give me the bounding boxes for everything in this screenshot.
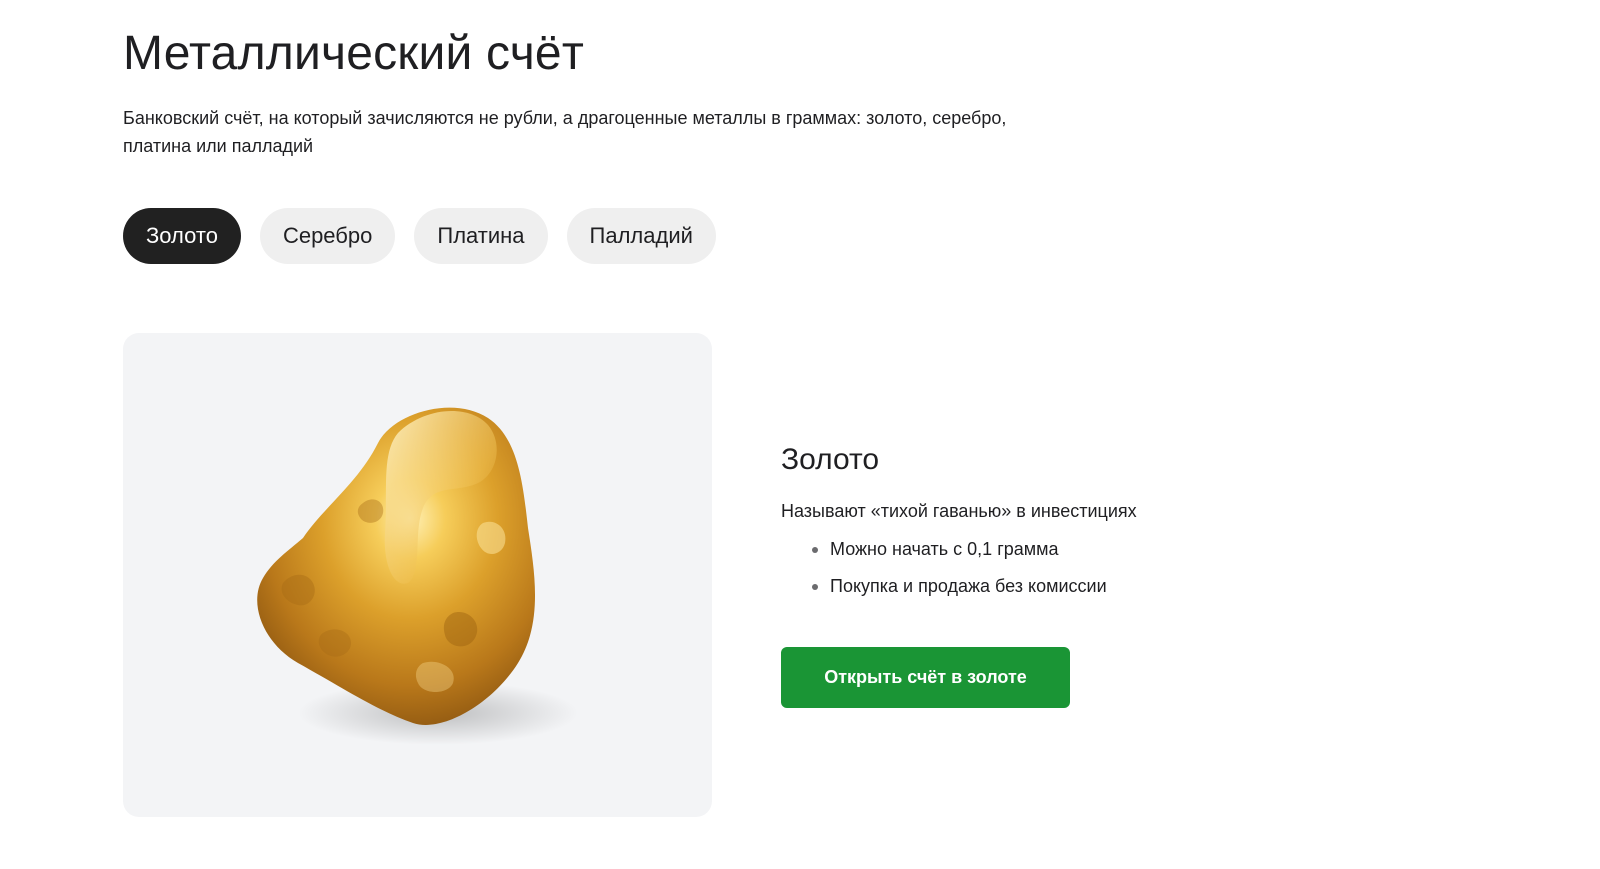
feature-item: Покупка и продажа без комиссии <box>812 573 1381 599</box>
tab-palladium[interactable]: Палладий <box>566 208 716 264</box>
tab-silver[interactable]: Серебро <box>259 208 396 264</box>
bullet-icon <box>812 584 818 590</box>
bullet-icon <box>812 547 818 553</box>
page-title: Металлический счёт <box>123 27 585 80</box>
open-gold-account-button[interactable]: Открыть счёт в золоте <box>781 647 1070 708</box>
product-title: Золото <box>781 443 880 476</box>
tab-gold[interactable]: Золото <box>123 208 241 264</box>
metal-account-section: Металлический счёт Банковский счёт, на к… <box>0 0 1600 869</box>
feature-text: Можно начать с 0,1 грамма <box>830 539 1059 559</box>
product-info: Золото Называют «тихой гаванью» в инвест… <box>781 440 1381 610</box>
page-subtitle: Банковский счёт, на который зачисляются … <box>123 108 1007 156</box>
feature-list: Можно начать с 0,1 грамма Покупка и прод… <box>781 536 1381 599</box>
gold-nugget-image <box>257 407 578 745</box>
feature-item: Можно начать с 0,1 грамма <box>812 536 1381 562</box>
tab-platinum[interactable]: Платина <box>414 208 548 264</box>
product-description: Называют «тихой гаванью» в инвестициях <box>781 501 1137 521</box>
metal-tabs: Золото Серебро Платина Палладий <box>123 208 716 264</box>
feature-text: Покупка и продажа без комиссии <box>830 576 1107 596</box>
product-image-card <box>123 333 712 817</box>
